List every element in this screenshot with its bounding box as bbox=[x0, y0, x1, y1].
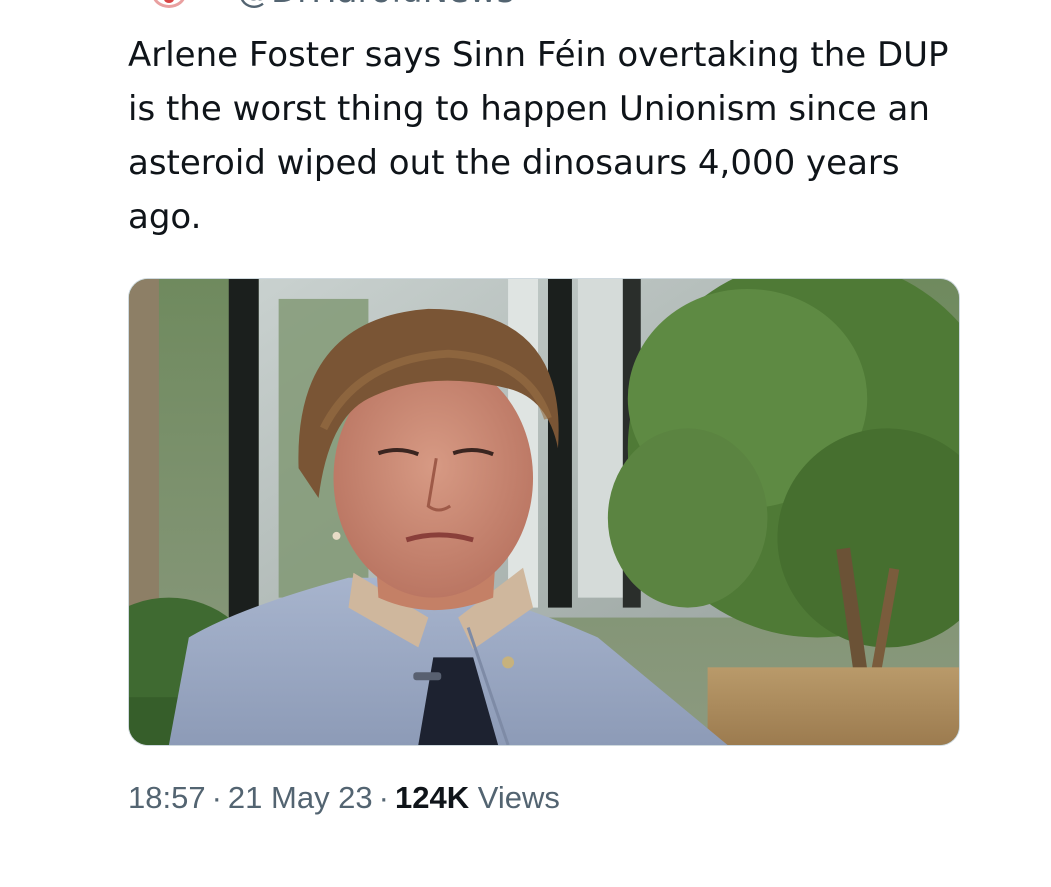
tweet-date[interactable]: 21 May 23 bbox=[228, 780, 373, 815]
views-label[interactable]: Views bbox=[478, 780, 560, 815]
tweet-media-photo[interactable] bbox=[128, 278, 960, 746]
tweet-time[interactable]: 18:57 bbox=[128, 780, 206, 815]
tweet-text: Arlene Foster says Sinn Féin overtaking … bbox=[128, 35, 960, 237]
author-handle[interactable]: @DrHaroldNews bbox=[237, 0, 515, 8]
meta-separator: · bbox=[378, 780, 389, 815]
avatar[interactable] bbox=[152, 0, 186, 8]
meta-separator: · bbox=[211, 780, 222, 815]
photo-image bbox=[129, 279, 959, 745]
views-count[interactable]: 124K bbox=[395, 780, 469, 815]
tweet-meta: 18:57 · 21 May 23 · 124K Views bbox=[128, 778, 560, 818]
